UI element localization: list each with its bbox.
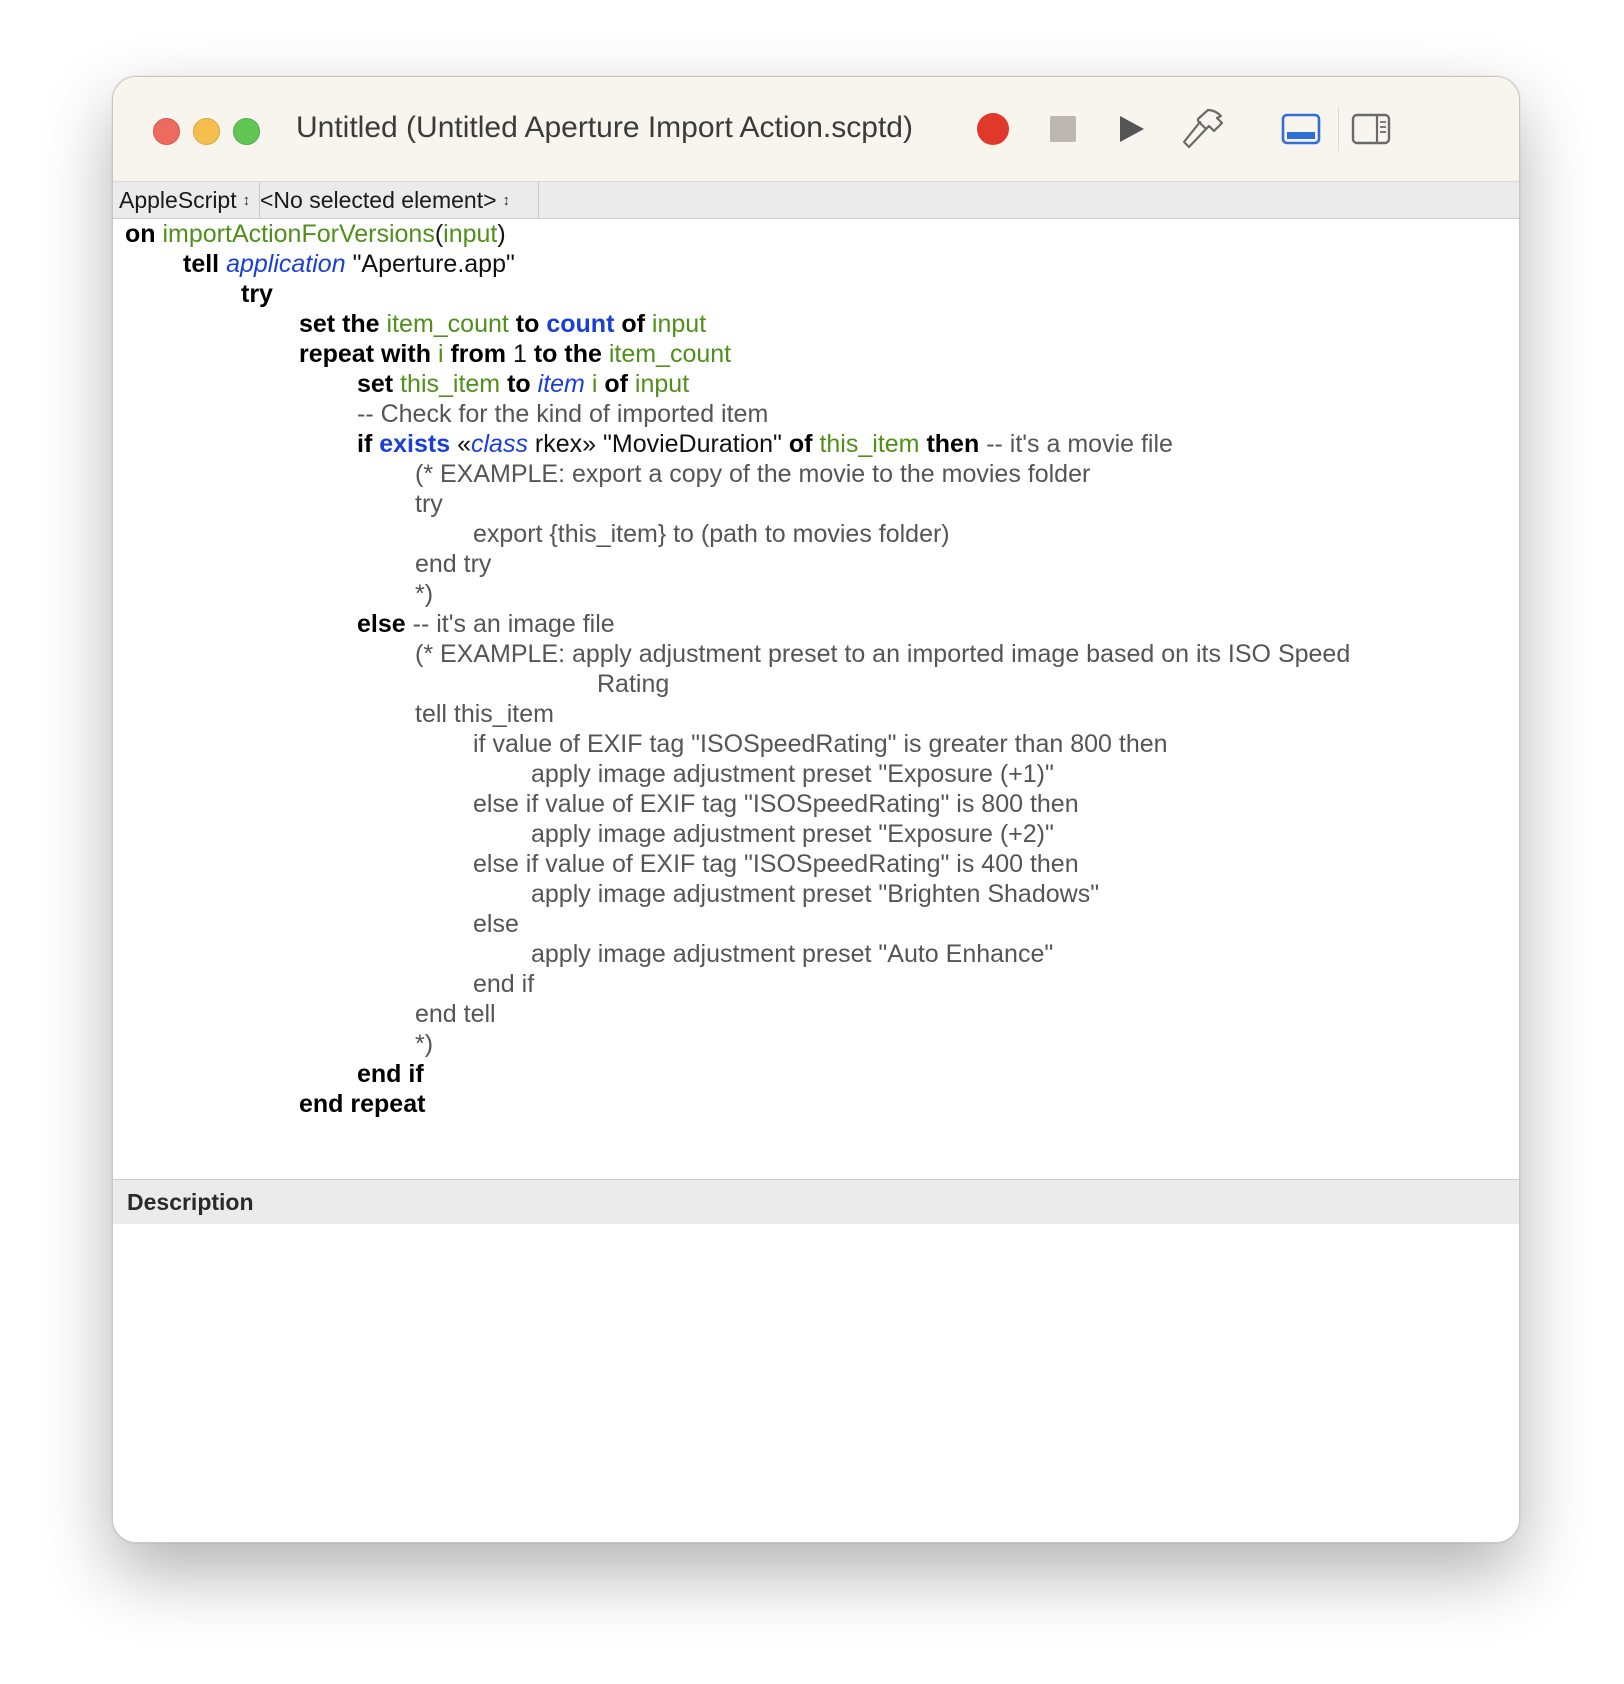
- code-line-25: apply image adjustment preset "Auto Enha…: [531, 940, 1054, 968]
- element-popup[interactable]: <No selected element> ↕: [254, 182, 539, 218]
- code-line-10: try: [415, 490, 443, 518]
- code-line-6: set this_item to item i of input: [357, 370, 690, 398]
- zoom-window-button[interactable]: [233, 118, 260, 145]
- play-icon: [1120, 116, 1144, 142]
- code-line-22: else if value of EXIF tag "ISOSpeedRatin…: [473, 850, 1079, 878]
- code-line-5: repeat with i from 1 to the item_count: [299, 340, 732, 368]
- run-button[interactable]: [1113, 111, 1149, 147]
- chevron-up-down-icon: ↕: [502, 191, 511, 209]
- stop-icon: [1050, 116, 1076, 142]
- code-line-20: else if value of EXIF tag "ISOSpeedRatin…: [473, 790, 1079, 818]
- code-line-7: -- Check for the kind of imported item: [357, 400, 769, 428]
- record-icon: [977, 113, 1009, 145]
- hammer-icon: [1182, 108, 1224, 149]
- code-line-24: else: [473, 910, 519, 938]
- title-bar: Untitled (Untitled Aperture Import Actio…: [113, 77, 1519, 182]
- code-line-28: *): [415, 1030, 434, 1058]
- window-title: Untitled (Untitled Aperture Import Actio…: [296, 111, 913, 144]
- code-line-15: (* EXAMPLE: apply adjustment preset to a…: [415, 640, 1351, 668]
- code-line-3: try: [241, 280, 273, 308]
- toolbar-divider: [1338, 107, 1339, 151]
- code-line-21: apply image adjustment preset "Exposure …: [531, 820, 1054, 848]
- code-line-26: end if: [473, 970, 535, 998]
- show-bottom-panel-button[interactable]: [1279, 107, 1323, 151]
- code-line-23: apply image adjustment preset "Brighten …: [531, 880, 1100, 908]
- code-line-29: end if: [357, 1060, 424, 1088]
- code-line-4: set the item_count to count of input: [299, 310, 707, 338]
- show-sidebar-button[interactable]: [1349, 107, 1393, 151]
- navigation-bar: AppleScript ↕ <No selected element> ↕: [113, 182, 1519, 219]
- code-line-12: end try: [415, 550, 492, 578]
- code-line-13: *): [415, 580, 434, 608]
- element-label: <No selected element>: [260, 186, 497, 213]
- chevron-up-down-icon: ↕: [242, 191, 251, 209]
- description-title: Description: [127, 1189, 254, 1215]
- code-line-14: else -- it's an image file: [357, 610, 615, 638]
- language-popup[interactable]: AppleScript ↕: [113, 182, 260, 218]
- show-sidebar-icon: [1351, 113, 1391, 145]
- description-field[interactable]: [113, 1224, 1519, 1542]
- code-line-30: end repeat: [299, 1090, 426, 1118]
- code-line-27: end tell: [415, 1000, 496, 1028]
- script-editor[interactable]: on importActionForVersions(input) tell a…: [113, 219, 1519, 1179]
- description-header: Description: [113, 1179, 1519, 1225]
- code-line-17: tell this_item: [415, 700, 554, 728]
- code-line-2: tell application "Aperture.app": [183, 250, 515, 278]
- code-line-1: on importActionForVersions(input): [125, 220, 506, 248]
- code-line-16: Rating: [597, 670, 670, 698]
- minimize-window-button[interactable]: [193, 118, 220, 145]
- compile-button[interactable]: [1179, 105, 1227, 153]
- close-window-button[interactable]: [153, 118, 180, 145]
- code-line-11: export {this_item} to (path to movies fo…: [473, 520, 950, 548]
- code-line-8: if exists «class rkex» "MovieDuration" o…: [357, 430, 1173, 458]
- show-bottom-panel-icon: [1281, 113, 1321, 145]
- script-editor-window: Untitled (Untitled Aperture Import Actio…: [112, 76, 1520, 1543]
- code-line-18: if value of EXIF tag "ISOSpeedRating" is…: [473, 730, 1168, 758]
- stop-button[interactable]: [1047, 113, 1079, 145]
- record-button[interactable]: [975, 111, 1011, 147]
- code-line-9: (* EXAMPLE: export a copy of the movie t…: [415, 460, 1091, 488]
- code-line-19: apply image adjustment preset "Exposure …: [531, 760, 1054, 788]
- language-label: AppleScript: [119, 186, 237, 213]
